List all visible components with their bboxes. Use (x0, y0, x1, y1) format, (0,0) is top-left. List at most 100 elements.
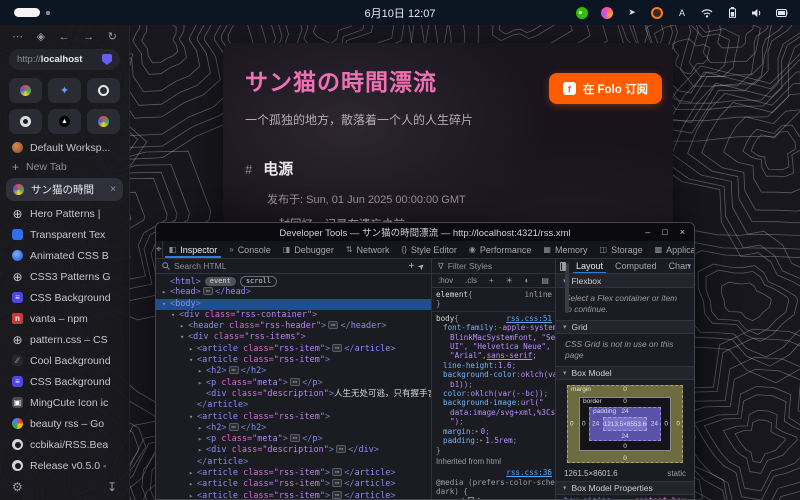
expand-arrow[interactable]: ▾ (189, 355, 197, 366)
markup-node[interactable]: ▸<p class="meta">⋯</p> (156, 378, 431, 389)
tab-computed[interactable]: Computed (610, 259, 662, 274)
collapsed-marker[interactable]: ⋯ (290, 434, 300, 442)
markup-node[interactable]: ▸<h2>⋯</h2> (156, 423, 431, 434)
markup-node[interactable]: <html>eventscroll (156, 276, 431, 287)
devtools-tab-application[interactable]: ▩Application (649, 241, 695, 258)
devtools-titlebar[interactable]: Developer Tools — サン猫の時間漂流 — http://loca… (156, 223, 694, 241)
boxmodel-property-row[interactable]: box-sizingcontent-box (556, 495, 694, 499)
box-model-margin[interactable]: margin 0 0 0 0 border 0 0 0 0 padding (567, 385, 683, 463)
markup-node[interactable]: ▸<head>⋯</head> (156, 287, 431, 298)
dropdown-caret-icon[interactable]: ▾ (687, 262, 691, 270)
source-link[interactable]: rss.css:51 (502, 314, 552, 323)
markup-search-bar[interactable]: Search HTML + ➤ (156, 259, 431, 274)
devtools-tab-performance[interactable]: ◉Performance (463, 241, 538, 258)
picker-icon[interactable]: ➤ (416, 260, 427, 271)
markup-node[interactable]: ▸<h2>⋯</h2> (156, 366, 431, 377)
devtools-tab-storage[interactable]: ◫Storage (594, 241, 649, 258)
volume-icon[interactable] (751, 7, 763, 19)
expand-arrow[interactable]: ▸ (189, 344, 197, 355)
pinned-tab-ring[interactable] (87, 78, 120, 103)
markup-node[interactable]: ▸<div class="description">⋯</div> (156, 445, 431, 456)
markup-node[interactable]: ▾<div class="rss-items"> (156, 332, 431, 343)
tab-list-item[interactable]: ▣MingCute Icon ic (0, 392, 129, 413)
input-method-indicator[interactable]: A (676, 7, 688, 19)
tab-list-item[interactable]: ∕∕Cool Background (0, 350, 129, 371)
close-tab-icon[interactable]: × (110, 184, 116, 195)
pinned-tab-palette[interactable] (9, 78, 42, 103)
workspace-switcher[interactable]: Default Worksp... (0, 138, 129, 157)
battery-status-icon[interactable] (776, 7, 788, 19)
devtools-tab-network[interactable]: ⇅Network (340, 241, 396, 258)
article-title[interactable]: 电源 (263, 161, 293, 178)
devtools-tab-style-editor[interactable]: {}Style Editor (396, 241, 463, 258)
wifi-icon[interactable] (701, 7, 713, 19)
filter-styles-bar[interactable]: ∇ Filter Styles (432, 259, 555, 274)
collapsed-marker[interactable]: ⋯ (203, 287, 213, 295)
tab-list-item[interactable]: ⊕Hero Patterns | (0, 203, 129, 224)
telegram-icon[interactable]: ➤ (626, 7, 638, 19)
minimize-button[interactable]: – (645, 227, 650, 237)
split-console-icon[interactable] (560, 262, 566, 271)
pinned-tab-sparkle[interactable]: ✦ (48, 78, 81, 103)
markup-node[interactable]: ▸<header class="rss-header">⋯</header> (156, 321, 431, 332)
maximize-button[interactable]: □ (662, 227, 667, 237)
expand-arrow[interactable]: ▸ (180, 321, 188, 332)
expand-arrow[interactable]: ▸ (480, 436, 484, 445)
expand-arrow[interactable]: ▾ (180, 332, 188, 343)
collapsed-marker[interactable]: ⋯ (290, 378, 300, 386)
tab-changes[interactable]: Changes (664, 259, 690, 274)
tracking-shield-icon[interactable] (102, 54, 112, 65)
url-bar[interactable]: http://localhost (9, 49, 120, 70)
grid-section-header[interactable]: ▾ Grid (556, 320, 694, 334)
new-tab-button[interactable]: + New Tab (0, 157, 129, 176)
tab-layout[interactable]: Layout (571, 259, 608, 274)
tab-list-item[interactable]: Transparent Tex (0, 224, 129, 245)
tab-list-item[interactable]: Animated CSS B (0, 245, 129, 266)
tab-list-item[interactable]: nvanta – npm (0, 308, 129, 329)
rules-tool-[interactable]: ◐ (525, 276, 530, 285)
flexbox-section-header[interactable]: ▾ Flexbox (556, 274, 694, 288)
rules-tool-[interactable]: + (489, 276, 494, 285)
collapsed-marker[interactable]: ⋯ (336, 445, 346, 453)
markup-node[interactable]: ▸<article class="rss-item">⋯</article> (156, 468, 431, 479)
active-tab[interactable]: サン猫の時間 × (6, 178, 123, 201)
tab-list-item[interactable]: beauty rss – Go (0, 413, 129, 434)
markup-node[interactable]: ▸<p class="meta">⋯</p> (156, 434, 431, 445)
expand-arrow[interactable]: ▸ (198, 366, 206, 377)
markup-node[interactable]: </article> (156, 457, 431, 468)
devtools-tab-debugger[interactable]: ◨Debugger (277, 241, 340, 258)
source-link[interactable]: rss.css:36 (502, 468, 552, 477)
expand-arrow[interactable]: ▸ (198, 445, 206, 456)
markup-node[interactable]: </article> (156, 400, 431, 411)
markup-node[interactable]: <div class="description">人生无处可逃，只有握手言和</… (156, 389, 431, 400)
shield-icon[interactable]: ◈ (37, 30, 45, 43)
expand-arrow[interactable]: ▸ (189, 491, 197, 499)
boxmodel-section-header[interactable]: ▾ Box Model (556, 366, 694, 380)
pinned-tab-github[interactable] (9, 109, 42, 134)
downloads-icon[interactable]: ↧ (107, 480, 117, 494)
expand-arrow[interactable]: ▸ (198, 423, 206, 434)
expand-arrow[interactable]: ▸ (189, 479, 197, 490)
pinned-tab-palette[interactable] (87, 109, 120, 134)
tab-list-item[interactable]: ⊕pattern.css – CS (0, 329, 129, 350)
markup-node[interactable]: ▾<article class="rss-item"> (156, 412, 431, 423)
tab-list-item[interactable]: ccbikai/RSS.Bea (0, 434, 129, 455)
tab-list-item[interactable]: ≡CSS Background (0, 371, 129, 392)
markup-node[interactable]: ▾<div class="rss-container"> (156, 310, 431, 321)
forward-icon[interactable]: → (83, 31, 94, 43)
colorwheel-icon[interactable] (601, 7, 613, 19)
markup-node[interactable]: ▾<body> (156, 299, 431, 310)
collapsed-marker[interactable]: ⋯ (229, 366, 239, 374)
add-node-button[interactable]: + (408, 261, 414, 272)
expand-arrow[interactable]: ▾ (162, 299, 170, 310)
settings-gear-icon[interactable]: ⚙ (12, 480, 23, 494)
tab-list-item[interactable]: Release v0.5.0 - (0, 455, 129, 476)
scroll-badge[interactable]: scroll (240, 276, 277, 287)
pick-element-button[interactable]: ⌖ (156, 241, 163, 258)
expand-arrow[interactable]: ▸ (189, 468, 197, 479)
box-model-border[interactable]: border 0 0 0 0 padding 24 24 24 24 (579, 397, 671, 451)
devtools-tab-console[interactable]: »Console (223, 241, 276, 258)
menu-icon[interactable]: ⋯ (12, 30, 23, 43)
tab-list-item[interactable]: ⊕CSS3 Patterns G (0, 266, 129, 287)
wechat-icon[interactable] (576, 7, 588, 19)
